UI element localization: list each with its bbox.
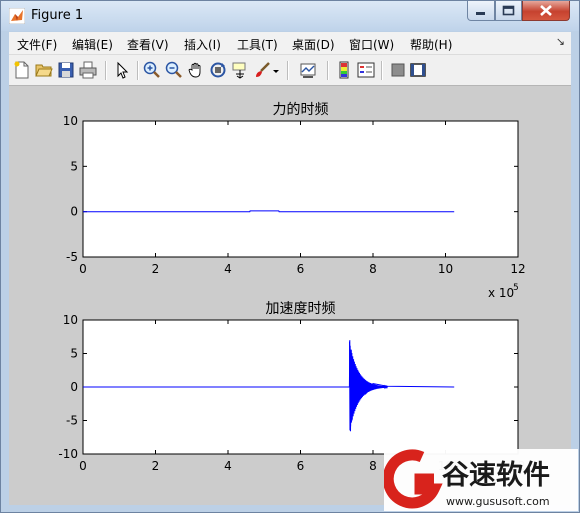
toolbar-separator (287, 61, 289, 80)
watermark-brand: 谷速软件 (442, 460, 550, 491)
force-xtick-label: 12 (510, 262, 525, 276)
force-x-exponent: 5 (513, 283, 519, 293)
force-ytick-label: -5 (66, 250, 78, 264)
accel-xtick-label: 8 (369, 459, 377, 473)
accel-ytick-label: 5 (70, 347, 78, 361)
force-xtick-label: 6 (297, 262, 305, 276)
force-xtick-label: 4 (224, 262, 232, 276)
force-xtick-label: 0 (79, 262, 87, 276)
data-cursor-icon[interactable] (231, 61, 249, 79)
force-ytick-label: 5 (70, 159, 78, 173)
accel-ytick-label: 0 (70, 380, 78, 394)
accel-xtick-label: 4 (224, 459, 232, 473)
force-xtick-label: 8 (369, 262, 377, 276)
menu-window[interactable]: 窗口(W) (349, 36, 394, 53)
brush-icon[interactable] (253, 61, 271, 79)
save-icon[interactable] (57, 61, 75, 79)
window-title: Figure 1 (31, 8, 84, 23)
accel-ytick-label: 10 (63, 313, 78, 327)
minimize-icon (476, 12, 485, 15)
watermark-logo: 谷速软件 www.gususoft.com (384, 449, 578, 511)
link-plot-icon[interactable] (299, 61, 317, 79)
rotate-3d-icon[interactable] (209, 61, 227, 79)
close-button[interactable] (522, 1, 570, 21)
toolbar-separator (137, 61, 139, 80)
maximize-button[interactable] (495, 1, 522, 21)
matlab-figure-icon (9, 8, 25, 24)
maximize-icon (502, 5, 515, 16)
force-ytick-label: 10 (63, 114, 78, 128)
minimize-button[interactable] (467, 1, 495, 21)
figure-toolbar (9, 55, 571, 86)
force-xtick-label: 10 (438, 262, 453, 276)
menu-help[interactable]: 帮助(H) (410, 36, 452, 53)
pointer-icon[interactable] (113, 61, 131, 79)
title-bar[interactable]: Figure 1 (1, 1, 579, 31)
toolbar-separator (105, 61, 107, 80)
hide-plot-tools-icon[interactable] (389, 61, 407, 79)
menu-file[interactable]: 文件(F) (17, 36, 57, 53)
accel-ytick-label: -5 (66, 414, 78, 428)
force-ytick-label: 0 (70, 205, 78, 219)
force-xtick-label: 2 (152, 262, 160, 276)
zoom-in-icon[interactable] (143, 61, 161, 79)
force-plot-box (82, 120, 519, 258)
toolbar-separator (381, 61, 383, 80)
new-figure-icon[interactable] (13, 61, 31, 79)
menu-desktop[interactable]: 桌面(D) (292, 36, 335, 53)
menu-view[interactable]: 查看(V) (127, 36, 169, 53)
close-icon (540, 5, 552, 16)
force-x-multiplier: x 10 (488, 286, 514, 300)
accel-xtick-label: 2 (152, 459, 160, 473)
figure-window: Figure 1 文件(F) 编辑(E) 查看(V) 插入(I) 工具(T) 桌… (0, 0, 580, 513)
accel-xtick-label: 0 (79, 459, 87, 473)
accel-title: 加速度时频 (266, 301, 336, 317)
toolbar-separator (327, 61, 329, 80)
show-plot-tools-icon[interactable] (409, 61, 427, 79)
force-axes: 力的时频0 2 4 6 8 10 121050-5x 105 (63, 102, 526, 300)
open-folder-icon[interactable] (35, 61, 53, 79)
menu-edit[interactable]: 编辑(E) (72, 36, 113, 53)
menu-overflow-icon[interactable]: ↘ (556, 35, 565, 48)
accel-axes: 加速度时频0246810121050-5-10 (58, 301, 525, 473)
zoom-out-icon[interactable] (165, 61, 183, 79)
force-title: 力的时频 (273, 102, 329, 118)
menu-insert[interactable]: 插入(I) (184, 36, 221, 53)
print-icon[interactable] (79, 61, 97, 79)
menu-bar: 文件(F) 编辑(E) 查看(V) 插入(I) 工具(T) 桌面(D) 窗口(W… (9, 32, 571, 55)
watermark-url: www.gususoft.com (446, 495, 550, 508)
accel-ytick-label: -10 (58, 447, 78, 461)
brush-dropdown-icon[interactable] (271, 61, 281, 79)
colorbar-icon[interactable] (335, 61, 353, 79)
legend-icon[interactable] (357, 61, 375, 79)
figure-canvas[interactable]: 力的时频0246810121050-5x 105加速度时频02468101210… (9, 86, 571, 505)
menu-tools[interactable]: 工具(T) (237, 36, 278, 53)
plot-area: 力的时频0246810121050-5x 105加速度时频02468101210… (58, 102, 526, 473)
pan-hand-icon[interactable] (187, 61, 205, 79)
accel-xtick-label: 6 (297, 459, 305, 473)
